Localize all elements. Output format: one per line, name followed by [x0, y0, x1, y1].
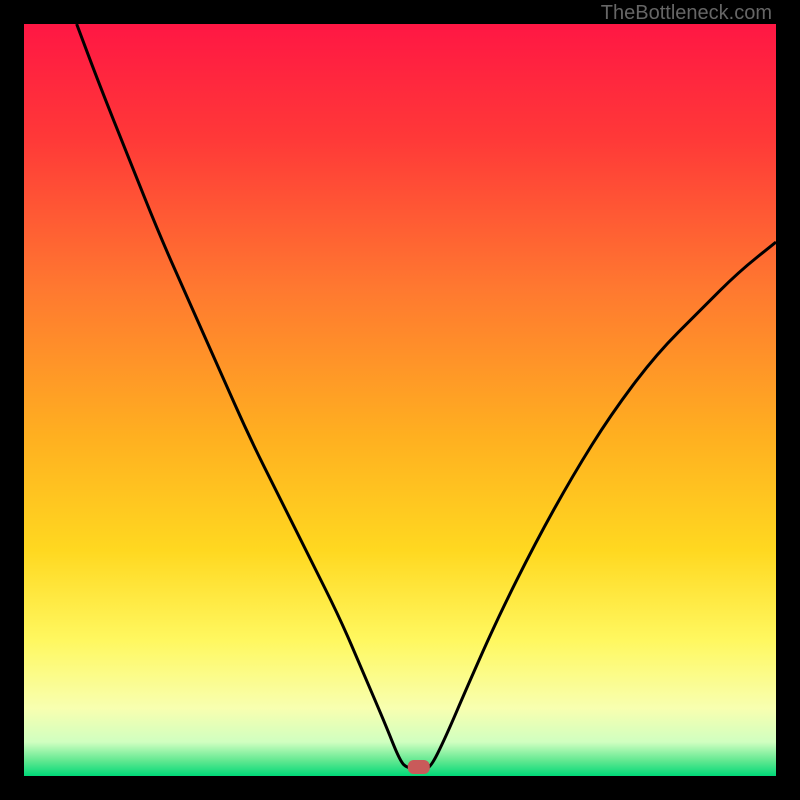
- optimal-marker: [408, 760, 430, 774]
- chart-svg: [24, 24, 776, 776]
- bottleneck-chart: [24, 24, 776, 776]
- watermark-text: TheBottleneck.com: [601, 2, 772, 25]
- gradient-background: [24, 24, 776, 776]
